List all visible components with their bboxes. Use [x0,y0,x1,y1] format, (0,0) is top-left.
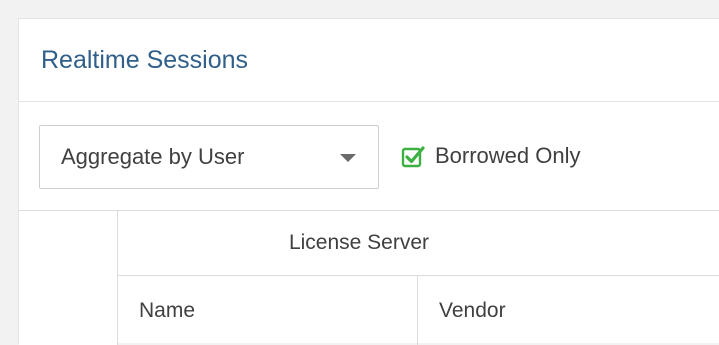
column-header-name[interactable]: Name [118,276,418,345]
sessions-table: License Server Name Vendor [19,210,719,345]
aggregate-select[interactable]: Aggregate by User [39,125,379,189]
row-selector-column [19,211,118,345]
panel-header: Realtime Sessions [19,19,719,102]
borrowed-only-label: Borrowed Only [435,143,581,168]
borrowed-only-checkbox[interactable]: Borrowed Only [401,143,581,169]
toolbar: Aggregate by User Borrowed Only [19,103,719,211]
license-server-group-header: License Server [118,211,719,276]
caret-down-icon [340,154,356,162]
panel-title: Realtime Sessions [41,45,249,74]
realtime-sessions-panel: Realtime Sessions Aggregate by User Borr… [18,18,719,345]
column-header-vendor[interactable]: Vendor [418,276,719,345]
checkbox-checked-icon[interactable] [401,144,425,168]
aggregate-select-value: Aggregate by User [61,144,245,169]
